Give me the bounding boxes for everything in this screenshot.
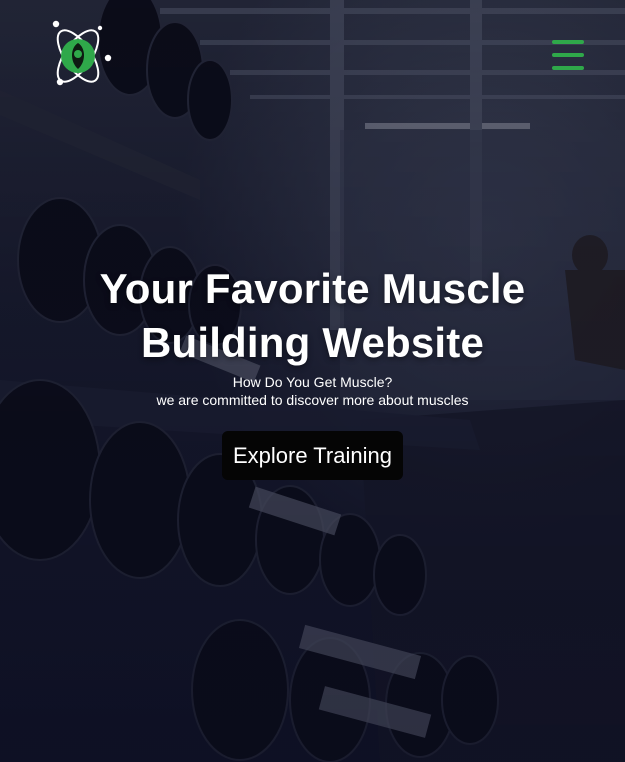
hero-title: Your Favorite Muscle Building Website <box>99 265 526 366</box>
hamburger-menu-icon[interactable] <box>552 40 584 70</box>
menu-line <box>552 40 584 44</box>
explore-training-button[interactable]: Explore Training <box>222 431 403 480</box>
menu-line <box>552 53 584 57</box>
hero-subtitle-line-1: How Do You Get Muscle? <box>232 374 393 390</box>
atom-leaf-logo-icon[interactable] <box>42 16 114 92</box>
menu-line <box>552 66 584 70</box>
hero-subtitle-line-2: we are committed to discover more about … <box>156 392 469 408</box>
hero-section: Your Favorite Muscle Building Website Ho… <box>0 0 625 762</box>
hero-content: Your Favorite Muscle Building Website Ho… <box>0 262 625 480</box>
